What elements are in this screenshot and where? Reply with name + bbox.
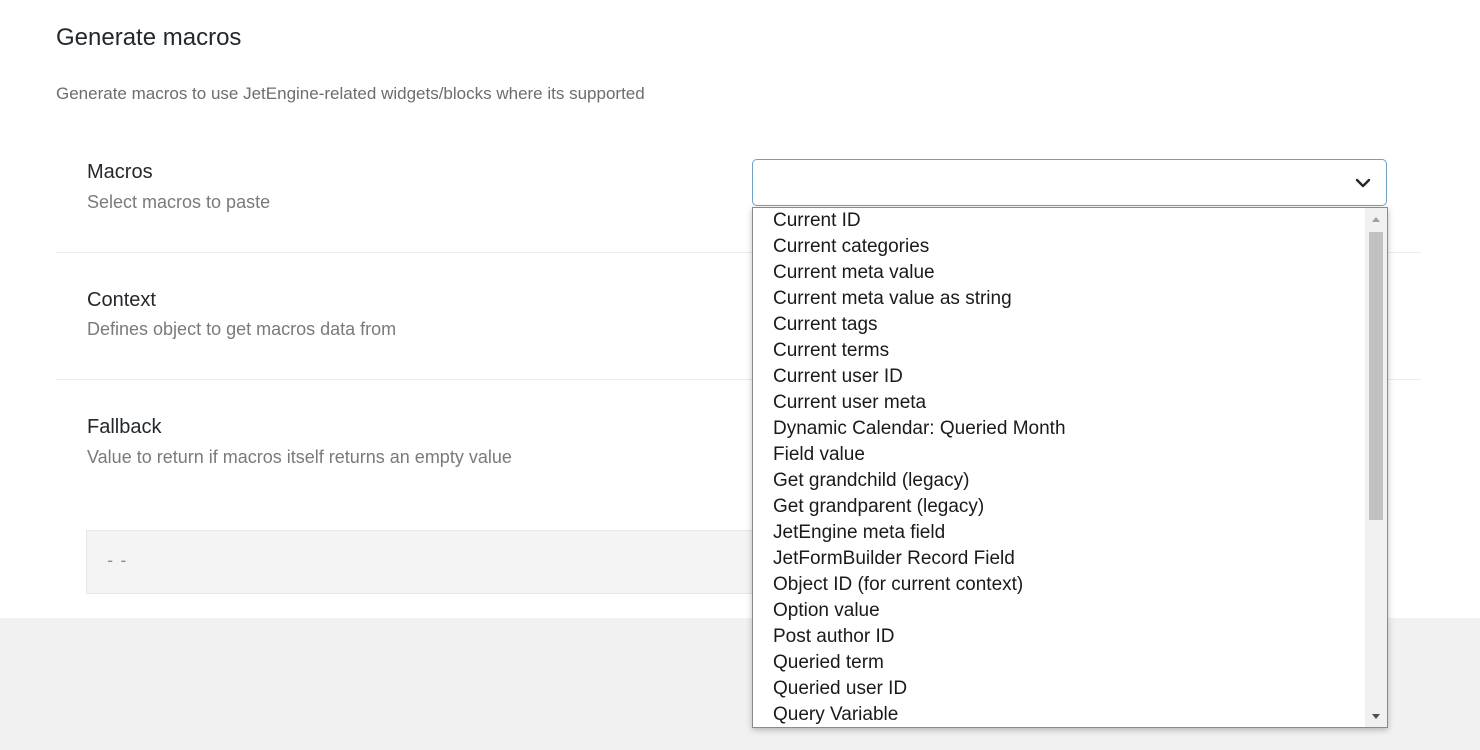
dropdown-option[interactable]: Post author ID [753, 624, 1363, 650]
dropdown-scrollbar[interactable] [1365, 208, 1387, 727]
panel-description: Generate macros to use JetEngine-related… [56, 84, 645, 103]
dropdown-option[interactable]: Option value [753, 598, 1363, 624]
dropdown-option[interactable]: Queried user ID [753, 676, 1363, 702]
dropdown-option[interactable]: Current ID [753, 208, 1363, 234]
scroll-thumb[interactable] [1369, 232, 1383, 520]
dropdown-option[interactable]: Queried term [753, 650, 1363, 676]
dropdown-option[interactable]: Current meta value as string [753, 286, 1363, 312]
dropdown-option[interactable]: Current terms [753, 338, 1363, 364]
dropdown-option[interactable]: Get grandparent (legacy) [753, 494, 1363, 520]
dropdown-option[interactable]: Current tags [753, 312, 1363, 338]
dropdown-option[interactable]: Dynamic Calendar: Queried Month [753, 416, 1363, 442]
dropdown-option[interactable]: Current categories [753, 234, 1363, 260]
context-label: Context [87, 289, 156, 311]
macros-label: Macros [87, 161, 153, 183]
dropdown-option[interactable]: Current user ID [753, 364, 1363, 390]
macros-description: Select macros to paste [87, 192, 271, 212]
dropdown-option[interactable]: Field value [753, 442, 1363, 468]
macros-select[interactable] [752, 159, 1387, 206]
dropdown-option[interactable]: JetFormBuilder Record Field [753, 546, 1363, 572]
dropdown-option[interactable]: Object ID (for current context) [753, 572, 1363, 598]
dropdown-option[interactable]: JetEngine meta field [753, 520, 1363, 546]
macros-dropdown-list[interactable]: Current ID Current categories Current meta… [752, 207, 1388, 728]
fallback-description: Value to return if macros itself returns… [87, 447, 512, 467]
dropdown-option[interactable]: Get grandchild (legacy) [753, 468, 1363, 494]
triangle-up-icon[interactable] [1365, 208, 1387, 230]
dropdown-option[interactable]: Query Variable [753, 702, 1363, 727]
context-description: Defines object to get macros data from [87, 319, 397, 339]
panel-title: Generate macros [56, 24, 242, 51]
dropdown-option[interactable]: Current meta value [753, 260, 1363, 286]
dropdown-option[interactable]: Current user meta [753, 390, 1363, 416]
option-list: Current ID Current categories Current meta… [753, 208, 1363, 727]
fallback-input[interactable]: -- [86, 530, 766, 594]
fallback-label: Fallback [87, 416, 162, 438]
chevron-down-icon [1355, 178, 1371, 188]
triangle-down-icon[interactable] [1365, 705, 1387, 727]
